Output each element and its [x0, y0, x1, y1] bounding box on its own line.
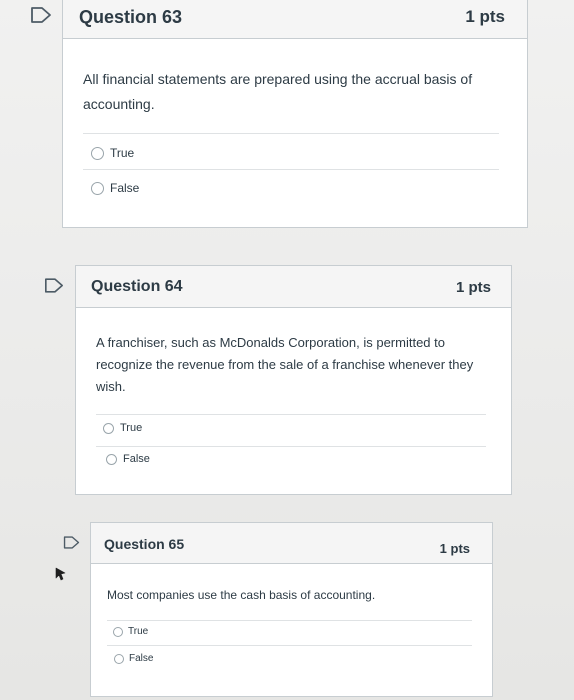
answer-divider — [83, 133, 499, 134]
answer-label: True — [128, 626, 149, 637]
radio-button[interactable] — [91, 181, 104, 195]
question-header: Question 63 1 pts — [63, 0, 527, 39]
question-text: A franchiser, such as McDonalds Corporat… — [96, 335, 474, 394]
radio-button[interactable] — [106, 453, 117, 465]
answer-label: False — [110, 181, 140, 195]
radio-button[interactable] — [113, 626, 123, 637]
answer-option-false[interactable]: False — [114, 653, 153, 664]
question-64-block: Question 64 1 pts A franchiser, such as … — [75, 265, 512, 495]
radio-button[interactable] — [103, 422, 114, 434]
question-text: All financial statements are prepared us… — [83, 71, 473, 112]
question-header: Question 64 1 pts — [76, 266, 511, 308]
question-points: 1 pts — [439, 541, 470, 556]
answer-label: True — [110, 146, 135, 160]
question-title: Question 64 — [91, 278, 183, 295]
answer-divider — [96, 414, 486, 415]
question-header: Question 65 1 pts — [91, 523, 492, 564]
answer-label: False — [129, 653, 154, 664]
question-text: Most companies use the cash basis of acc… — [107, 588, 376, 602]
mouse-pointer-icon — [55, 567, 66, 581]
radio-button[interactable] — [114, 653, 124, 664]
question-points: 1 pts — [455, 279, 491, 296]
answer-label: True — [120, 422, 143, 434]
answer-divider — [107, 645, 472, 646]
answer-option-true[interactable]: True — [103, 422, 142, 434]
flag-outline-icon[interactable] — [30, 7, 52, 23]
answer-option-false[interactable]: False — [91, 181, 139, 195]
flag-outline-icon[interactable] — [44, 278, 64, 293]
question-title: Question 63 — [79, 7, 183, 27]
question-63-block: Question 63 1 pts All financial statemen… — [62, 0, 528, 228]
flag-outline-icon[interactable] — [63, 536, 80, 549]
answer-divider — [96, 446, 486, 447]
question-title: Question 65 — [104, 536, 185, 552]
answer-option-false[interactable]: False — [106, 453, 150, 465]
radio-button[interactable] — [91, 146, 104, 160]
answer-option-true[interactable]: True — [113, 626, 148, 637]
answer-label: False — [123, 453, 150, 465]
answer-option-true[interactable]: True — [91, 146, 134, 160]
answer-divider — [83, 169, 499, 170]
answer-divider — [107, 620, 472, 621]
question-points: 1 pts — [465, 7, 505, 26]
question-65-block: Question 65 1 pts Most companies use the… — [90, 522, 493, 697]
